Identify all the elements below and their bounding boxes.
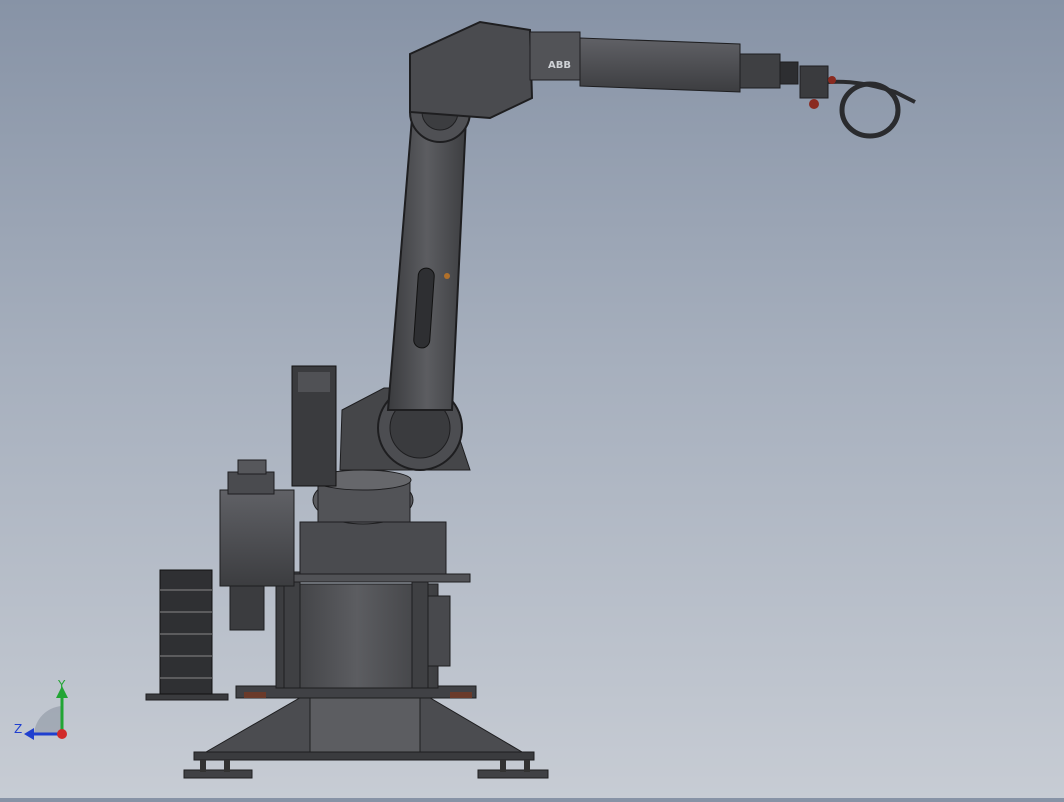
cable-chain	[145, 569, 229, 701]
x-axis-dot	[57, 729, 67, 739]
y-axis-label: Y	[58, 678, 66, 692]
z-axis-label: Z	[14, 722, 23, 736]
upright-motor	[291, 365, 337, 487]
graphics-viewport[interactable]: ABB Y Z	[0, 0, 1064, 798]
brand-label: ABB	[548, 60, 571, 71]
floor-base	[183, 691, 549, 779]
pedestal	[235, 571, 477, 699]
upper-arm: ABB	[409, 20, 829, 120]
axis-triad: Y Z	[10, 676, 80, 746]
torch-cable	[827, 76, 916, 139]
robot-model[interactable]: ABB	[0, 0, 1064, 798]
lower-arm	[386, 81, 471, 411]
